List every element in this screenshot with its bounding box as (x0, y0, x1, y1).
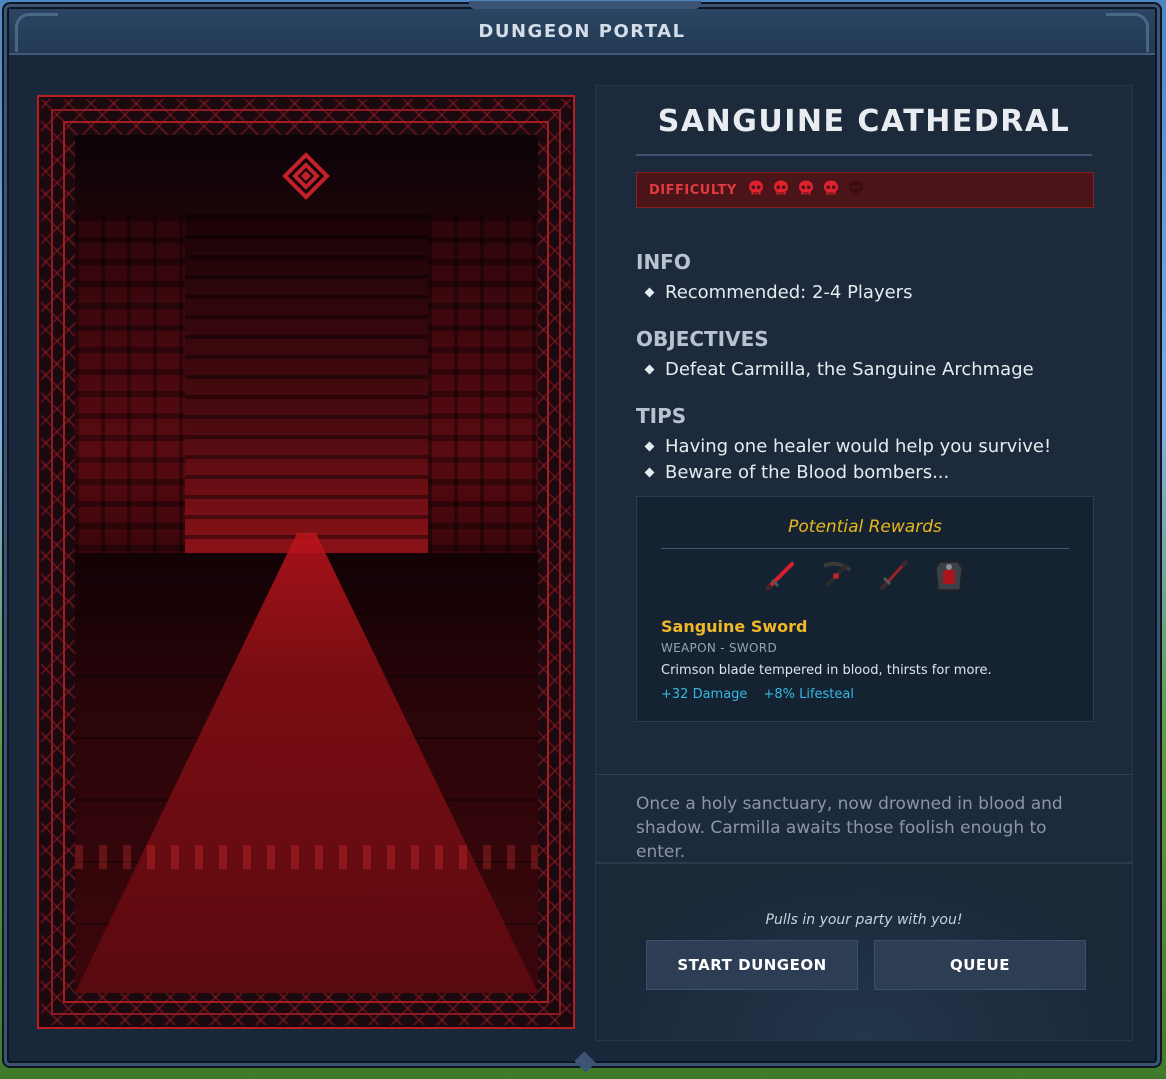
title-divider (636, 154, 1092, 156)
skull-filled-icon (773, 180, 788, 195)
tip-item: Having one healer would help you survive… (644, 436, 1052, 457)
bullet-diamond-icon (644, 287, 655, 298)
dungeon-lore: Once a holy sanctuary, now drowned in bl… (636, 794, 1063, 862)
info-item: Recommended: 2-4 Players (644, 282, 913, 303)
info-item-text: Recommended: 2-4 Players (665, 282, 913, 303)
reward-item-stats: +32 Damage +8% Lifesteal (661, 687, 854, 702)
cathedral-back-wall (185, 215, 428, 555)
start-dungeon-button[interactable]: START DUNGEON (646, 940, 858, 990)
title-bar: DUNGEON PORTAL (9, 9, 1155, 55)
corner-ornament-right (1106, 13, 1149, 52)
skull-filled-icon (823, 180, 838, 195)
sword-icon[interactable] (762, 555, 800, 595)
objectives-heading: OBJECTIVES (636, 327, 769, 351)
corner-ornament-left (15, 13, 58, 52)
reward-stat: +8% Lifesteal (763, 687, 854, 702)
difficulty-skulls (747, 179, 872, 201)
armor-icon[interactable] (930, 555, 968, 595)
dungeon-info-panel: SANGUINE CATHEDRAL DIFFICULTY INFO Recom… (595, 85, 1133, 1041)
reward-items (637, 555, 1093, 599)
dungeon-name: SANGUINE CATHEDRAL (657, 104, 1071, 139)
tip-item-text: Beware of the Blood bombers... (665, 462, 950, 483)
party-hint: Pulls in your party with you! (765, 912, 963, 928)
tip-item-text: Having one healer would help you survive… (665, 436, 1052, 457)
rewards-divider (661, 548, 1069, 549)
skull-filled-icon (798, 180, 813, 195)
rewards-title: Potential Rewards (788, 517, 942, 537)
cathedral-pillar-left (75, 215, 185, 553)
tip-item: Beware of the Blood bombers... (644, 462, 950, 483)
reward-item-description: Crimson blade tempered in blood, thirsts… (661, 663, 992, 678)
dungeon-artwork (75, 135, 538, 993)
floor-glyph-row (75, 845, 538, 869)
rewards-box: Potential Rewards Sanguine Sword WEAPON … (636, 496, 1094, 722)
objective-item: Defeat Carmilla, the Sanguine Archmage (644, 359, 1034, 380)
reward-item-type: WEAPON - SWORD (661, 641, 777, 655)
difficulty-bar: DIFFICULTY (636, 172, 1094, 208)
bullet-diamond-icon (644, 467, 655, 478)
bottom-ornament (574, 1051, 596, 1073)
window-title: DUNGEON PORTAL (478, 20, 686, 42)
dungeon-portal-window: DUNGEON PORTAL SANGUINE CATHEDRAL DIFFIC… (4, 1, 1160, 1073)
tips-heading: TIPS (636, 404, 687, 428)
queue-button[interactable]: QUEUE (874, 940, 1086, 990)
reward-item-name: Sanguine Sword (661, 617, 808, 636)
cathedral-pillar-right (428, 215, 538, 553)
bullet-diamond-icon (644, 364, 655, 375)
crossbow-icon[interactable] (818, 555, 856, 595)
skull-empty-icon (848, 180, 863, 195)
skull-filled-icon (748, 180, 763, 195)
lore-divider (596, 774, 1132, 775)
dagger-icon[interactable] (874, 555, 912, 595)
objective-item-text: Defeat Carmilla, the Sanguine Archmage (665, 359, 1034, 380)
reward-stat: +32 Damage (661, 687, 748, 702)
bullet-diamond-icon (644, 441, 655, 452)
dungeon-image-frame (37, 95, 575, 1029)
action-footer: Pulls in your party with you! START DUNG… (596, 862, 1132, 1040)
difficulty-label: DIFFICULTY (649, 182, 737, 198)
title-ornament (469, 1, 701, 9)
info-heading: INFO (636, 250, 691, 274)
dungeon-sigil-icon (281, 151, 331, 201)
